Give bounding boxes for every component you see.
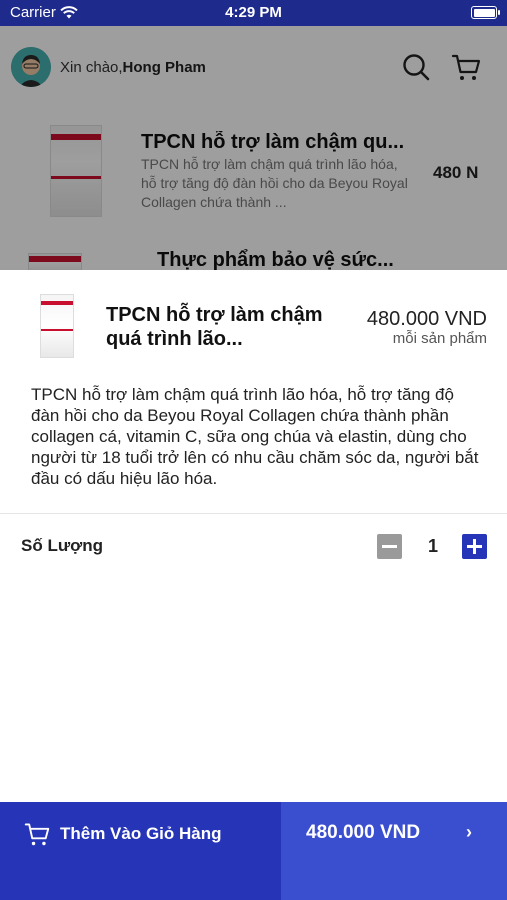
product-price: 480.000 VND	[366, 308, 487, 330]
chevron-right-icon: ›	[466, 822, 472, 842]
decrease-quantity-button[interactable]	[377, 534, 402, 559]
increase-quantity-button[interactable]	[462, 534, 487, 559]
checkout-total-button[interactable]: 480.000 VND ›	[281, 802, 507, 900]
price-unit: mỗi sản phẩm	[392, 330, 487, 347]
divider	[0, 513, 507, 514]
bottom-action-bar: Thêm Vào Giỏ Hàng 480.000 VND ›	[0, 802, 507, 900]
battery-icon	[471, 6, 500, 19]
total-price: 480.000 VND	[306, 822, 421, 843]
product-description: TPCN hỗ trợ làm chậm quá trình lão hóa, …	[31, 385, 479, 488]
add-to-cart-button[interactable]: Thêm Vào Giỏ Hàng	[0, 802, 281, 900]
quantity-label: Số Lượng	[21, 536, 103, 555]
product-image	[40, 294, 74, 358]
clock: 4:29 PM	[225, 4, 282, 21]
add-to-cart-label: Thêm Vào Giỏ Hàng	[60, 824, 222, 843]
product-name: TPCN hỗ trợ làm chậm quá trình lão...	[106, 304, 323, 350]
status-bar: Carrier 4:29 PM	[0, 0, 507, 26]
cart-icon	[24, 823, 50, 846]
quantity-value: 1	[427, 536, 438, 556]
